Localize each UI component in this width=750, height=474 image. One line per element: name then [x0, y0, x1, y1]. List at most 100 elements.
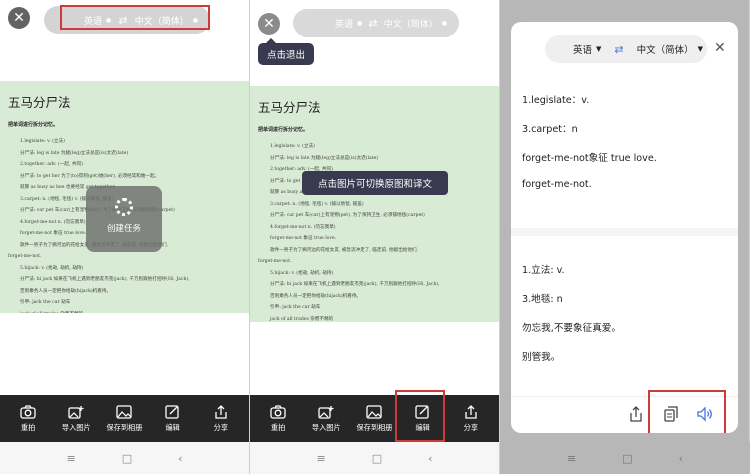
swap-icon[interactable]: ⇄ [614, 43, 623, 56]
swap-icon[interactable]: ⇄ [368, 17, 377, 30]
spinner-icon [115, 198, 133, 216]
document-line: 分尸法: leg is late 为腿(leg)立法总是(is)太迟(late) [20, 150, 129, 156]
share-button[interactable]: 分享 [197, 404, 245, 433]
system-nav-bar: ≡ □ ‹ [500, 442, 750, 474]
document-title: 五马分尸法 [8, 95, 71, 110]
document-line: forget-me-not 象征 true love. [270, 236, 337, 241]
menu-icon[interactable]: ≡ [567, 452, 576, 465]
source-line: forget-me-not象征 true love. [522, 153, 657, 164]
save-album-button[interactable]: 保存到相册 [100, 404, 148, 433]
source-line: 3.carpet：n [522, 124, 578, 135]
source-language[interactable]: 英语 ● [335, 17, 362, 30]
document-line: 5.hijack: v. (抢劫, 劫机, 劫持) [270, 270, 334, 276]
document-line: 1.legislate: v. (立法) [20, 139, 65, 144]
document-line: 分尸法: leg is late 为腿(leg)立法总是(is)太迟(late) [270, 155, 379, 161]
dropdown-icon: ▼ [697, 45, 703, 53]
back-icon[interactable]: ‹ [428, 452, 432, 465]
import-image-button[interactable]: 导入图片 [52, 405, 100, 433]
target-line: 别管我。 [522, 352, 561, 363]
menu-icon[interactable]: ≡ [66, 452, 75, 465]
document-line: 引申: jack the car 劫车 [270, 305, 321, 310]
add-image-icon [318, 405, 334, 419]
language-bar[interactable]: 英语 ● ⇄ 中文（简体） ● [293, 9, 459, 37]
document-line: 4.forget-me-not n. (勿忘我草) [270, 224, 336, 230]
share-button[interactable]: 分享 [447, 404, 495, 433]
document-subtitle: 把单词进行拆分记忆。 [8, 122, 59, 128]
menu-icon[interactable]: ≡ [316, 452, 325, 465]
source-language-label: 英语 [573, 45, 593, 56]
document-subtitle: 把单词进行拆分记忆。 [258, 127, 309, 133]
target-language-label: 中文（简体） [636, 45, 694, 56]
home-icon[interactable]: □ [122, 452, 132, 465]
close-icon[interactable]: ✕ [714, 40, 726, 56]
loading-overlay: 创建任务 [86, 186, 162, 252]
document-line: 2.together: adv. (一起, 共同) [20, 162, 83, 167]
document-line: 否则乘务人员一定把你给劫(hijack)机看待。 [270, 293, 362, 299]
source-line: 1.legislate：v. [522, 95, 590, 106]
retake-button[interactable]: 重拍 [254, 404, 302, 433]
document-line: jack of all trades 杂而不精的 [270, 316, 334, 322]
camera-icon [20, 404, 36, 419]
screen-2: ✕ 英语 ● ⇄ 中文（简体） ● 五马分尸法 把单词进行拆分记忆。 1.legis… [250, 0, 499, 474]
document-line: forget-me-not. [258, 259, 292, 264]
document-line: 分尸法: hi jack 如果在飞机上遇到老朋友杰克(jack), 千万别跟他打… [270, 282, 440, 287]
target-language[interactable]: 中文（简体） ● [384, 17, 447, 30]
source-line: forget-me-not. [522, 179, 592, 190]
loading-label: 创建任务 [106, 224, 141, 234]
image-icon [366, 404, 383, 419]
target-language[interactable]: 中文（简体） ▼ [637, 42, 703, 56]
document-line: 引申: jack the car 劫车 [20, 300, 71, 305]
document-line: 1.legislate: v. (立法) [270, 144, 315, 149]
add-image-icon [68, 405, 84, 419]
home-icon[interactable]: □ [372, 452, 382, 465]
language-bar[interactable]: 英语 ▼ ⇄ 中文（简体） ▼ [545, 35, 707, 63]
system-nav-bar: ≡ □ ‹ [0, 442, 249, 474]
share-icon[interactable] [629, 406, 643, 426]
bottom-toolbar: 重拍 导入图片 保存到相册 编辑 分享 [250, 395, 499, 442]
target-line: 3.地毯: n [522, 294, 563, 305]
home-icon[interactable]: □ [622, 452, 632, 465]
system-nav-bar: ≡ □ ‹ [250, 442, 499, 474]
switch-tooltip: 点击图片可切换原图和译文 [302, 171, 448, 195]
target-line: 勿忘我,不要象征真爱。 [522, 323, 621, 334]
document-line: 分尸法: to get her 为了(to)得到(get)她(her), 必须经… [20, 173, 160, 179]
camera-icon [270, 404, 286, 419]
close-icon[interactable]: ✕ [8, 7, 30, 29]
document-line: 5.hijack: v. (抢劫, 劫机, 劫持) [20, 265, 84, 271]
source-language[interactable]: 英语 ▼ [573, 42, 601, 56]
target-language-label: 中文（简体） [383, 19, 438, 30]
back-icon[interactable]: ‹ [178, 452, 182, 465]
dropdown-icon: ▼ [596, 45, 602, 53]
source-language-label: 英语 [335, 19, 354, 30]
edit-icon [165, 404, 179, 419]
highlight-box [395, 390, 445, 442]
translation-card: 英语 ▼ ⇄ 中文（简体） ▼ ✕ 1.legislate：v. 3.carpet：… [511, 22, 738, 433]
share-icon [465, 404, 477, 419]
target-line: 1.立法: v. [522, 265, 565, 276]
edit-button[interactable]: 编辑 [149, 404, 197, 433]
document-line: 分尸法: hi jack 如果在飞机上遇到老朋友杰克(jack), 千万别跟他打… [20, 277, 190, 282]
retake-button[interactable]: 重拍 [4, 404, 52, 433]
save-album-button[interactable]: 保存到相册 [350, 404, 398, 433]
document-line: jack of all trades 杂而不精的 [8, 309, 241, 314]
highlight-box [60, 5, 210, 30]
highlight-box [648, 390, 726, 433]
dropdown-icon: ● [441, 19, 447, 27]
document-line: 否则乘务人员一定把你给劫(hijack)机看待。 [20, 288, 112, 294]
screen-1: ✕ 英语 ● ⇄ 中文（简体） ● 五马分尸法 把单词进行拆分记忆。 1.legis… [0, 0, 249, 474]
document-lines: 1.legislate: v. (立法) 分尸法: leg is late 为腿(… [258, 141, 491, 322]
bottom-toolbar: 重拍 导入图片 保存到相册 编辑 分享 [0, 395, 249, 442]
import-image-button[interactable]: 导入图片 [302, 405, 350, 433]
divider [511, 228, 738, 236]
document-title: 五马分尸法 [258, 100, 321, 115]
dropdown-icon: ● [357, 19, 363, 27]
document-line: 3.carpet: n. (地毯, 毛毯) v. (铺以地毯, 铺盖) [270, 201, 364, 207]
share-icon [215, 404, 227, 419]
document-line: 歌件一男子为了摘河边的花给女友, 被急流冲走了, 临走前, 他献出给他们, [270, 247, 419, 253]
document-line: 分尸法: car pet 车(car)上有宠物(pet), 为了保持卫生, 必须… [270, 213, 425, 218]
document-line: forget-me-not. [8, 254, 42, 259]
document-image[interactable]: 五马分尸法 把单词进行拆分记忆。 1.legislate: v. (立法) 分尸法… [250, 86, 499, 322]
exit-tooltip: 点击退出 [258, 38, 314, 65]
close-icon[interactable]: ✕ [258, 13, 280, 35]
back-icon[interactable]: ‹ [679, 452, 683, 465]
